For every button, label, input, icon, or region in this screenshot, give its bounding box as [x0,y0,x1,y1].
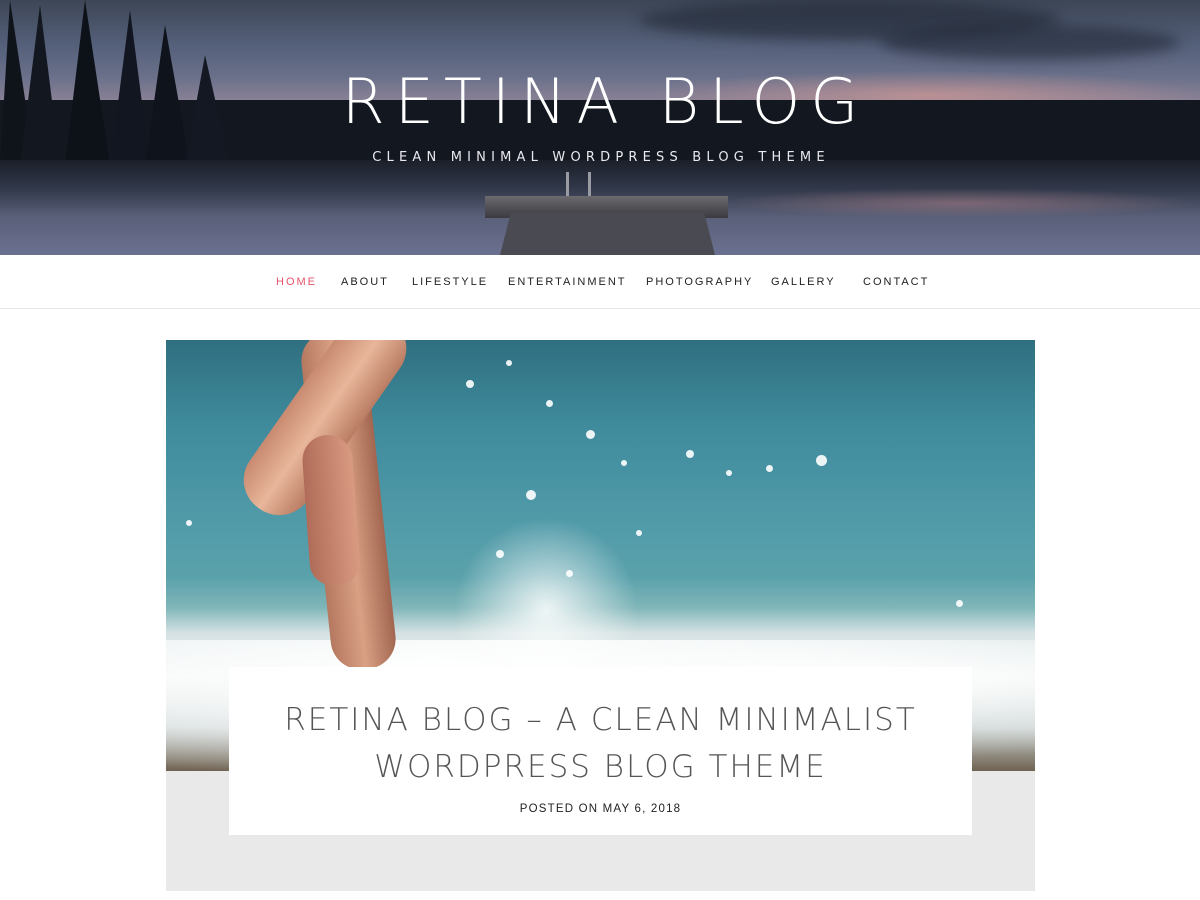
featured-post-card: RETINA BLOG – A CLEAN MINIMALIST WORDPRE… [166,340,1035,891]
water-drop [496,550,504,558]
water-drop [466,380,474,388]
nav-item-home[interactable]: HOME [276,272,317,292]
water-drop [566,570,573,577]
nav-item-lifestyle[interactable]: LIFESTYLE [412,272,488,292]
posted-on-label: POSTED ON [519,803,599,815]
nav-item-about[interactable]: ABOUT [341,272,389,292]
water-drop [816,455,827,466]
water-drop [506,360,512,366]
post-date-link[interactable]: MAY 6, 2018 [603,803,682,815]
nav-item-contact[interactable]: CONTACT [863,272,929,292]
nav-item-gallery[interactable]: GALLERY [771,272,836,292]
nav-item-entertainment[interactable]: ENTERTAINMENT [508,272,627,292]
water-drop [546,400,553,407]
dock-post [588,172,591,196]
water-drop [726,470,732,476]
main-navigation: HOME ABOUT LIFESTYLE ENTERTAINMENT PHOTO… [0,255,1200,309]
post-summary-box: RETINA BLOG – A CLEAN MINIMALIST WORDPRE… [229,667,972,835]
water-drop [186,520,192,526]
nav-item-photography[interactable]: PHOTOGRAPHY [646,272,753,292]
water-drop [686,450,694,458]
nav-menu: HOME ABOUT LIFESTYLE ENTERTAINMENT PHOTO… [0,255,1200,309]
water-drop [766,465,773,472]
post-meta: POSTED ON MAY 6, 2018 [229,799,972,819]
post-title-line[interactable]: WORDPRESS BLOG THEME [374,749,826,785]
runner-foot [300,433,362,587]
site-tagline: CLEAN MINIMAL WORDPRESS BLOG THEME [372,150,830,165]
reflection-glow [720,188,1200,218]
cloud [880,25,1180,60]
water-drop [621,460,627,466]
water-drop [956,600,963,607]
water-drop [586,430,595,439]
site-header: RETINA BLOG CLEAN MINIMAL WORDPRESS BLOG… [0,0,1200,255]
water-drop [636,530,642,536]
dock-walkway [500,213,715,255]
site-title[interactable]: RETINA BLOG [0,62,1200,142]
dock-post [566,172,569,196]
post-title-line[interactable]: RETINA BLOG – A CLEAN MINIMALIST [284,702,917,738]
post-title[interactable]: RETINA BLOG – A CLEAN MINIMALIST WORDPRE… [229,697,972,791]
water-drop [526,490,536,500]
